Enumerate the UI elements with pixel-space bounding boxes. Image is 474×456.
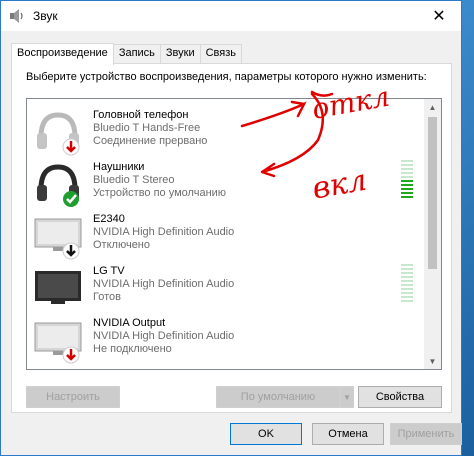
tab-sounds[interactable]: Звуки: [159, 44, 201, 64]
device-nvidia-output[interactable]: NVIDIA Output NVIDIA High Definition Aud…: [27, 313, 427, 365]
meter-bar: [401, 176, 413, 178]
playback-panel: Выберите устройство воспроизведения, пар…: [11, 63, 452, 413]
set-default-button[interactable]: По умолчанию: [216, 386, 340, 408]
meter-bar: [401, 268, 413, 270]
device-name: Головной телефон: [93, 109, 189, 121]
tab-communications[interactable]: Связь: [199, 44, 243, 64]
meter-bar: [401, 196, 413, 198]
meter-bar: [401, 168, 413, 170]
meter-bar: [401, 280, 413, 282]
device-status: Соединение прервано: [93, 135, 208, 147]
meter-bar: [401, 284, 413, 286]
meter-bar: [401, 300, 413, 302]
red-down-arrow-badge: [62, 138, 80, 156]
apply-button[interactable]: Применить: [390, 423, 462, 445]
meter-bar: [401, 272, 413, 274]
meter-bar: [401, 184, 413, 186]
tab-playback[interactable]: Воспроизведение: [11, 43, 114, 65]
vertical-scrollbar[interactable]: ▲ ▼: [424, 99, 441, 369]
instruction-text: Выберите устройство воспроизведения, пар…: [26, 71, 427, 83]
tv-icon: [35, 271, 81, 304]
scroll-thumb[interactable]: [428, 117, 437, 269]
red-down-arrow-badge: [62, 346, 80, 364]
cancel-button[interactable]: Отмена: [312, 423, 384, 445]
device-list[interactable]: Головной телефон Bluedio T Hands-Free Со…: [26, 98, 442, 370]
device-model: Bluedio T Hands-Free: [93, 122, 201, 134]
device-name: LG TV: [93, 265, 125, 277]
monitor-icon: [34, 322, 82, 364]
sound-dialog: Звук ✕ Воспроизведение Запись Звуки Связ…: [0, 0, 462, 456]
meter-bar: [401, 164, 413, 166]
volume-meter: [401, 160, 413, 200]
meter-bar: [401, 288, 413, 290]
meter-bar: [401, 188, 413, 190]
meter-bar: [401, 180, 413, 182]
volume-meter: [401, 264, 413, 304]
device-status: Не подключено: [93, 343, 172, 355]
scroll-up-icon[interactable]: ▲: [424, 99, 441, 115]
monitor-icon: [34, 218, 82, 260]
device-status: Отключено: [93, 239, 150, 251]
meter-bar: [401, 172, 413, 174]
device-model: NVIDIA High Definition Audio: [93, 330, 235, 342]
device-model: Bluedio T Stereo: [93, 174, 175, 186]
device-status: Устройство по умолчанию: [93, 187, 227, 199]
device-headset[interactable]: Головной телефон Bluedio T Hands-Free Со…: [27, 105, 427, 157]
close-icon: ✕: [432, 8, 446, 25]
configure-button[interactable]: Настроить: [26, 386, 120, 408]
device-e2340[interactable]: E2340 NVIDIA High Definition Audio Отклю…: [27, 209, 427, 261]
tab-strip: Воспроизведение Запись Звуки Связь: [11, 43, 243, 65]
properties-button[interactable]: Свойства: [358, 386, 442, 408]
black-down-arrow-badge: [62, 242, 80, 260]
device-model: NVIDIA High Definition Audio: [93, 278, 235, 290]
title-bar[interactable]: Звук ✕: [1, 1, 461, 31]
tab-recording[interactable]: Запись: [112, 44, 161, 64]
ok-button[interactable]: OK: [230, 423, 302, 445]
meter-bar: [401, 296, 413, 298]
device-lg-tv[interactable]: LG TV NVIDIA High Definition Audio Готов: [27, 261, 427, 313]
headphones-icon: [37, 164, 79, 207]
device-headphones[interactable]: Наушники Bluedio T Stereo Устройство по …: [27, 157, 427, 209]
device-name: Наушники: [93, 161, 145, 173]
device-name: NVIDIA Output: [93, 317, 166, 329]
device-name: E2340: [93, 213, 125, 225]
set-default-dropdown[interactable]: ▼: [340, 386, 354, 408]
window-title: Звук: [33, 9, 58, 23]
headphones-icon: [37, 112, 80, 156]
speaker-icon: [10, 9, 23, 23]
device-model: NVIDIA High Definition Audio: [93, 226, 235, 238]
device-status: Готов: [93, 291, 121, 303]
meter-bar: [401, 192, 413, 194]
scroll-down-icon[interactable]: ▼: [424, 353, 441, 369]
meter-bar: [401, 276, 413, 278]
meter-bar: [401, 292, 413, 294]
chevron-down-icon: ▼: [343, 392, 351, 402]
meter-bar: [401, 160, 413, 162]
close-button[interactable]: ✕: [417, 1, 461, 31]
green-check-badge: [63, 191, 79, 207]
meter-bar: [401, 264, 413, 266]
